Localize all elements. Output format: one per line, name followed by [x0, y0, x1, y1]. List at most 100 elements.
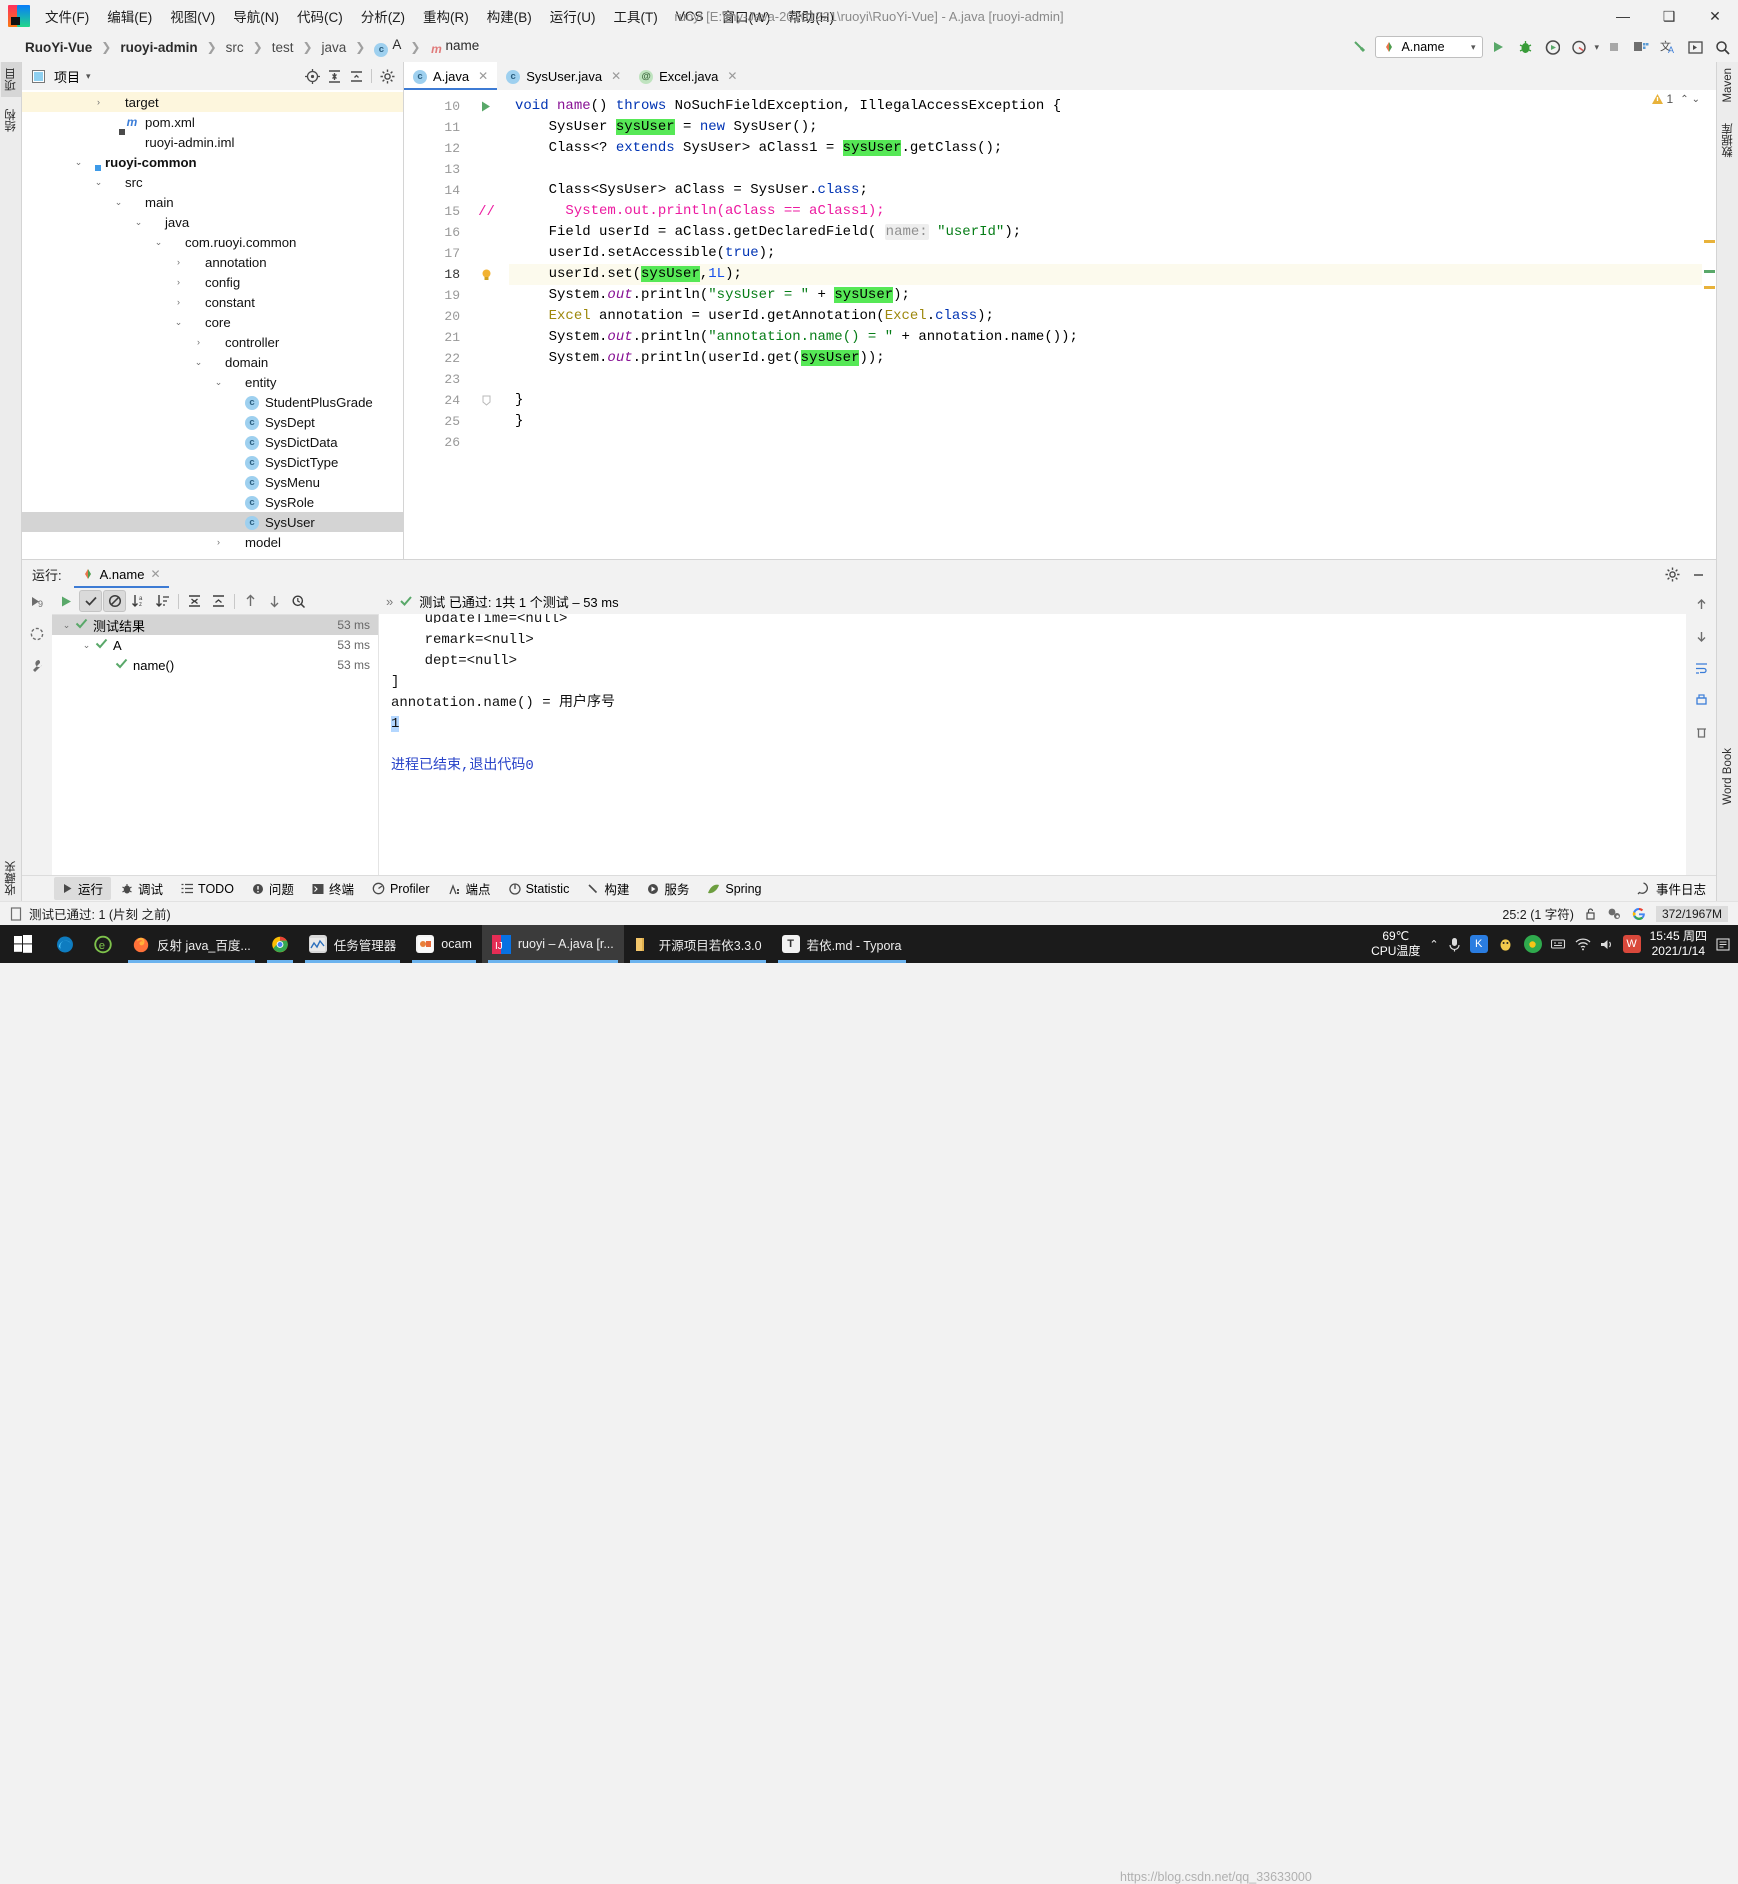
- expand-all-icon[interactable]: [183, 590, 206, 612]
- expand-all-icon[interactable]: [324, 66, 344, 86]
- tool-window-terminal[interactable]: 终端: [304, 877, 362, 900]
- run-icon[interactable]: [1486, 35, 1510, 59]
- tree-node-annotation[interactable]: › annotation: [22, 252, 403, 272]
- code-line[interactable]: }: [509, 390, 1702, 411]
- tree-node-core[interactable]: ⌄ core: [22, 312, 403, 332]
- close-button[interactable]: ✕: [1692, 0, 1738, 32]
- chevron-down-icon[interactable]: ▾: [86, 71, 91, 82]
- minimize-button[interactable]: —: [1600, 0, 1646, 32]
- profile-icon[interactable]: [1567, 35, 1591, 59]
- breadcrumb-item-module[interactable]: ruoyi-admin: [117, 39, 200, 56]
- editor-tab-a-java[interactable]: c A.java ✕: [404, 62, 498, 90]
- menu-item-file[interactable]: 文件(F): [36, 3, 98, 29]
- settings-wrench-icon[interactable]: [27, 656, 47, 676]
- breadcrumb-item-class[interactable]: cA: [371, 36, 404, 58]
- console-output[interactable]: updateTime=<null> remark=<null> dept=<nu…: [378, 614, 1686, 875]
- chevron-down-icon[interactable]: ⌄: [60, 620, 73, 631]
- tree-node-com-ruoyi-common[interactable]: ⌄ com.ruoyi.common: [22, 232, 403, 252]
- taskbar-item-typora[interactable]: T 若依.md - Typora: [772, 925, 912, 963]
- menu-item-code[interactable]: 代码(C): [288, 3, 352, 29]
- breadcrumb-item-java[interactable]: java: [319, 39, 350, 56]
- tree-node-constant[interactable]: › constant: [22, 292, 403, 312]
- code-line[interactable]: userId.set(sysUser,1L);: [509, 264, 1702, 285]
- minimize-icon[interactable]: [1688, 564, 1708, 584]
- chevron-down-icon[interactable]: ⌄: [212, 377, 225, 388]
- chevron-right-icon[interactable]: ›: [172, 257, 185, 267]
- sidebar-item-database[interactable]: 数据库: [1718, 117, 1738, 164]
- menu-item-tools[interactable]: 工具(T): [605, 3, 667, 29]
- intention-bulb-icon[interactable]: [464, 264, 509, 285]
- close-icon[interactable]: ✕: [611, 69, 621, 83]
- history-icon[interactable]: [287, 590, 310, 612]
- sidebar-item-word-book[interactable]: Word Book: [1720, 742, 1736, 811]
- tree-node-studentplusgrade[interactable]: c StudentPlusGrade: [22, 392, 403, 412]
- show-passed-icon[interactable]: [79, 590, 102, 612]
- clear-all-icon[interactable]: [1691, 722, 1711, 742]
- collapse-all-icon[interactable]: [207, 590, 230, 612]
- chevron-down-icon[interactable]: ⌄: [132, 217, 145, 228]
- tree-node-src[interactable]: ⌄ src: [22, 172, 403, 192]
- tree-node-ruoyi-common[interactable]: ⌄ ruoyi-common: [22, 152, 403, 172]
- sidebar-item-maven[interactable]: Maven: [1720, 62, 1736, 109]
- tree-node-java[interactable]: ⌄ java: [22, 212, 403, 232]
- scroll-down-icon[interactable]: [1691, 626, 1711, 646]
- chevron-right-icon[interactable]: ›: [92, 97, 105, 107]
- wps-icon[interactable]: W: [1622, 935, 1641, 953]
- code-line[interactable]: }: [509, 411, 1702, 432]
- tool-window-spring[interactable]: Spring: [699, 880, 769, 898]
- taskbar-item-firefox[interactable]: 反射 java_百度...: [122, 925, 261, 963]
- more-icon[interactable]: »: [386, 594, 393, 609]
- menu-item-build[interactable]: 构建(B): [478, 3, 541, 29]
- tree-node-sysmenu[interactable]: c SysMenu: [22, 472, 403, 492]
- chevron-up-icon[interactable]: ⌃: [1680, 94, 1688, 105]
- google-icon[interactable]: [1632, 907, 1646, 921]
- gutter-markers[interactable]: //: [464, 90, 509, 559]
- code-line[interactable]: [509, 432, 1702, 453]
- tool-window-statistic[interactable]: Statistic: [501, 880, 578, 898]
- inspection-summary[interactable]: 1 ⌃ ⌄: [1651, 92, 1700, 106]
- tray-expand-icon[interactable]: ⌃: [1429, 938, 1438, 951]
- show-ignored-icon[interactable]: [103, 590, 126, 612]
- close-icon[interactable]: ✕: [478, 69, 488, 83]
- run-tab-a-name[interactable]: A.name ✕: [73, 560, 169, 588]
- chevron-down-icon[interactable]: ⌄: [112, 197, 125, 208]
- branch-icon[interactable]: [1607, 907, 1622, 921]
- notifications-icon[interactable]: [1716, 937, 1730, 952]
- rerun-tests-icon[interactable]: [55, 590, 78, 612]
- chevron-right-icon[interactable]: ›: [212, 537, 225, 547]
- build-hammer-icon[interactable]: [1348, 35, 1372, 59]
- taskbar-clock[interactable]: 15:45 周四 2021/1/14: [1650, 929, 1707, 959]
- code-line[interactable]: void name() throws NoSuchFieldException,…: [509, 96, 1702, 117]
- event-log-button[interactable]: 事件日志: [1637, 879, 1716, 898]
- run-configuration-selector[interactable]: A.name ▾: [1375, 36, 1484, 58]
- editor-tab-sysuser-java[interactable]: c SysUser.java ✕: [497, 62, 630, 90]
- code-line[interactable]: System.out.println(userId.get(sysUser));: [509, 348, 1702, 369]
- breadcrumb-item-method[interactable]: m name: [426, 37, 482, 57]
- code-line[interactable]: Field userId = aClass.getDeclaredField( …: [509, 222, 1702, 243]
- code-editor[interactable]: 10 11 12 13 14 15 16 17 18 19 20 21 22 23 24 25 26 // vo…: [404, 90, 1716, 559]
- console-icon[interactable]: [1683, 35, 1707, 59]
- chevron-down-icon[interactable]: ⌄: [192, 357, 205, 368]
- scroll-up-icon[interactable]: [1691, 594, 1711, 614]
- start-button[interactable]: [0, 925, 46, 963]
- next-icon[interactable]: [263, 590, 286, 612]
- prev-icon[interactable]: [239, 590, 262, 612]
- print-icon[interactable]: [1691, 690, 1711, 710]
- code-line[interactable]: System.out.println(aClass == aClass1);: [509, 201, 1702, 222]
- rerun-icon[interactable]: 9: [27, 592, 47, 612]
- chevron-down-icon[interactable]: ⌄: [1692, 94, 1700, 105]
- wifi-icon[interactable]: [1575, 937, 1591, 951]
- sidebar-item-structure[interactable]: 结构: [1, 103, 21, 138]
- tree-node-target[interactable]: › target: [22, 92, 403, 112]
- project-tree[interactable]: › target m pom.xml ruoyi-admin.iml ⌄ ruoyi-com…: [22, 90, 403, 559]
- tree-node-sysdictdata[interactable]: c SysDictData: [22, 432, 403, 452]
- test-tree-row[interactable]: ⌄ A 53 ms: [52, 635, 378, 655]
- console-exit-message[interactable]: 进程已结束,退出代码0: [391, 756, 1686, 777]
- tree-node-ruoyi-admin-iml[interactable]: ruoyi-admin.iml: [22, 132, 403, 152]
- taskbar-item-ocam[interactable]: ocam: [406, 925, 482, 963]
- input-method-icon[interactable]: [1550, 938, 1566, 951]
- sort-alpha-icon[interactable]: az: [127, 590, 150, 612]
- taskbar-item-folder[interactable]: 开源项目若依3.3.0: [624, 925, 772, 963]
- search-everywhere-icon[interactable]: [1710, 35, 1734, 59]
- tree-node-pom-xml[interactable]: m pom.xml: [22, 112, 403, 132]
